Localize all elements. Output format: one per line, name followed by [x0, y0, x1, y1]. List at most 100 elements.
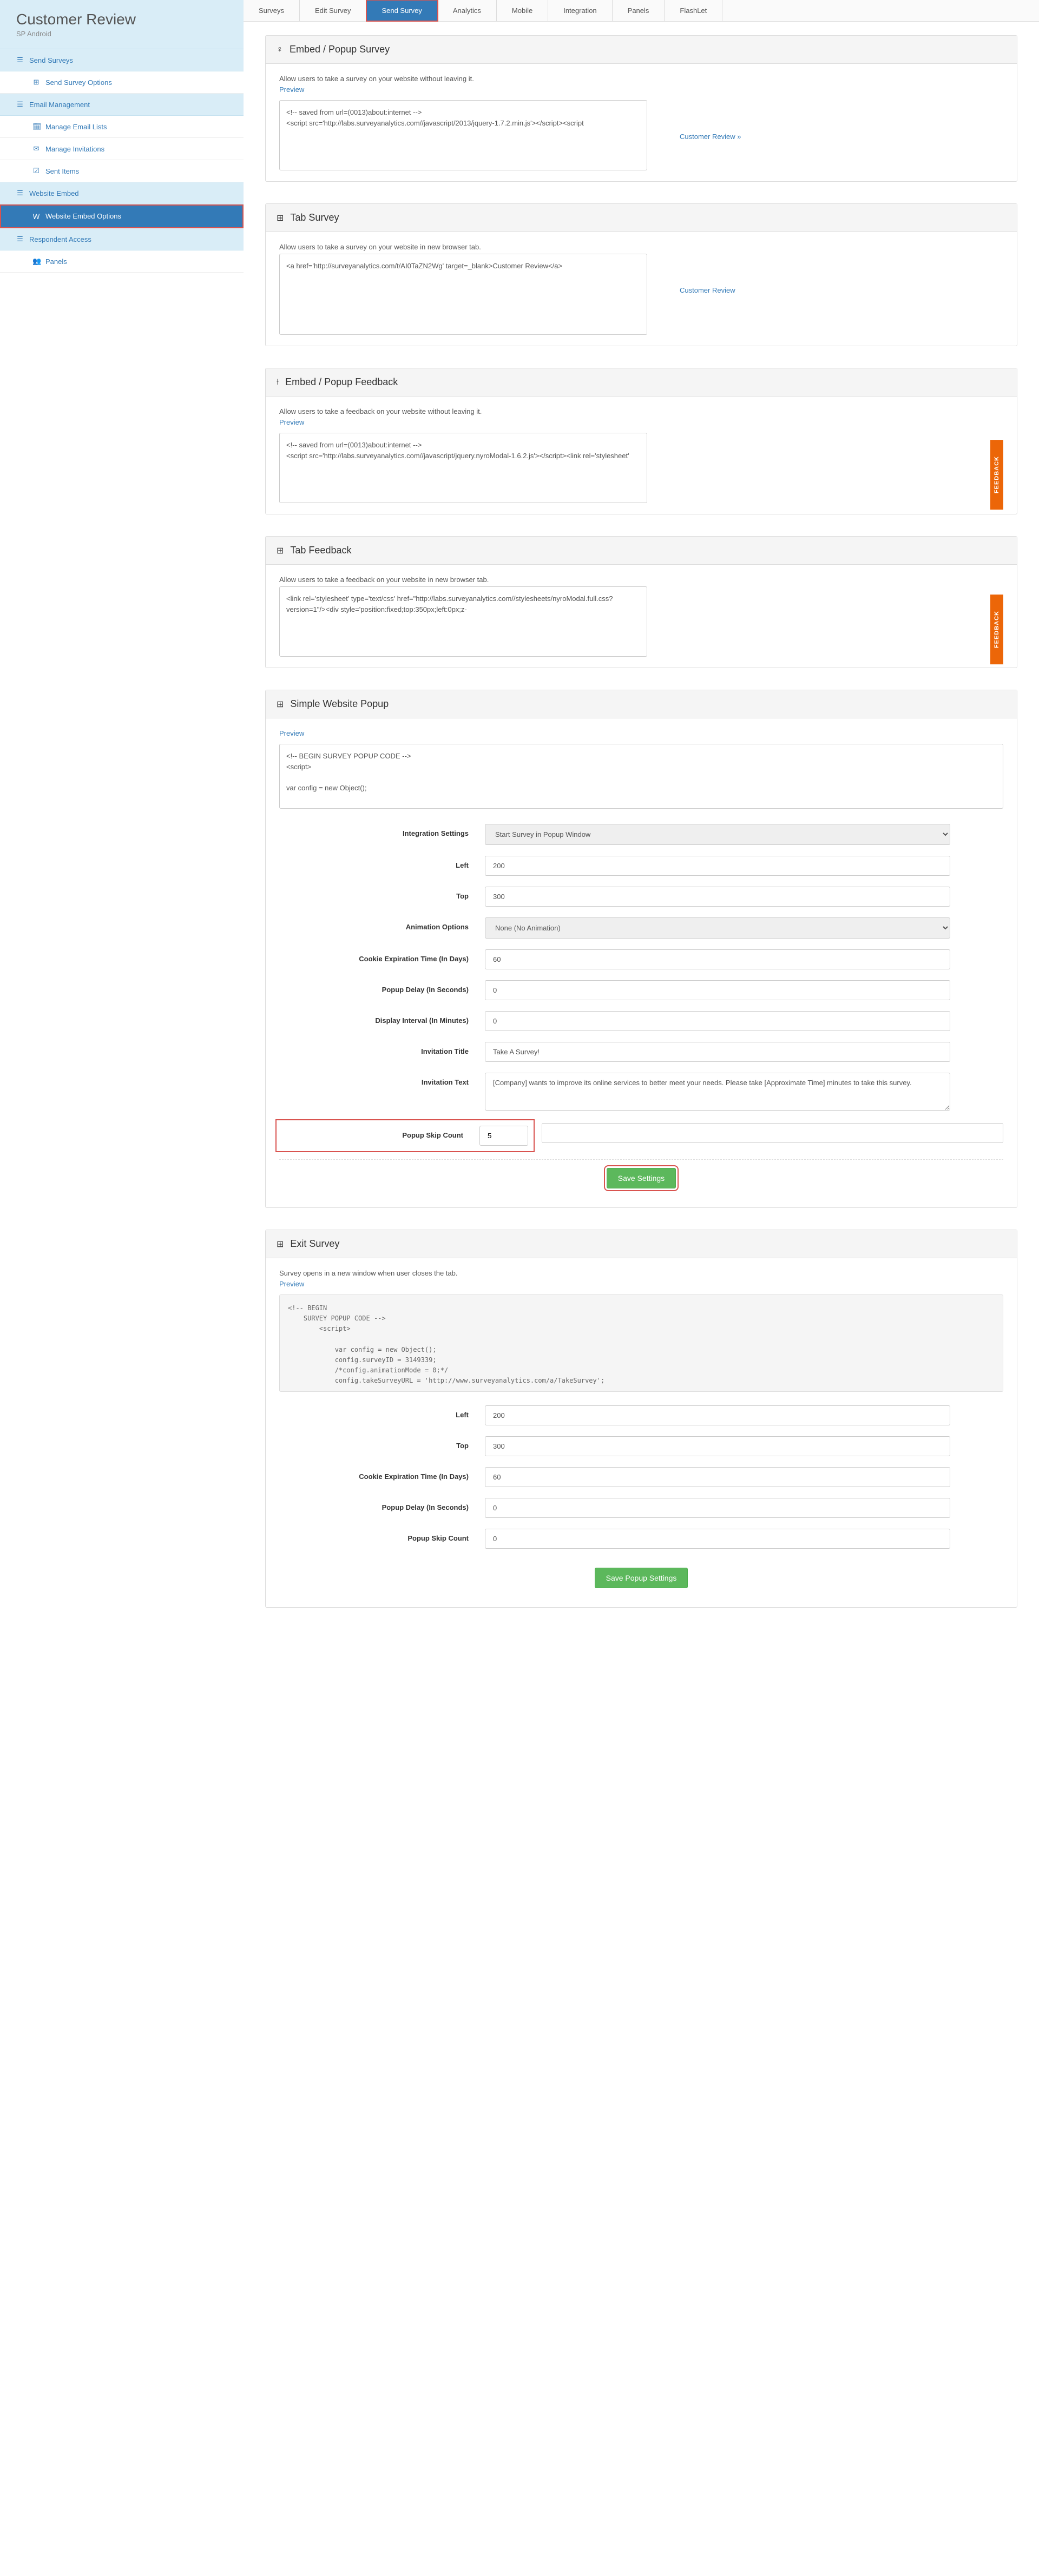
- preview-link[interactable]: Preview: [279, 729, 304, 737]
- tab-send-survey[interactable]: Send Survey: [366, 0, 437, 21]
- top-input[interactable]: [485, 887, 950, 907]
- panel-simple-website-popup: ⊞ Simple Website Popup Preview <!-- BEGI…: [265, 690, 1017, 1208]
- panel-title: Exit Survey: [290, 1238, 339, 1250]
- integration-settings-select[interactable]: Start Survey in Popup Window: [485, 824, 950, 845]
- check-icon: ☑: [32, 167, 40, 175]
- skip-count-input[interactable]: [479, 1126, 528, 1146]
- calendar-icon: 🗓: [32, 122, 40, 131]
- popup-code-textarea[interactable]: <!-- BEGIN SURVEY POPUP CODE --> <script…: [279, 744, 1003, 809]
- windows-icon: ⊞: [277, 699, 284, 710]
- delay-label: Popup Delay (In Seconds): [279, 980, 485, 994]
- nav-label: Panels: [45, 257, 67, 266]
- tab-flashlet[interactable]: FlashLet: [665, 0, 722, 21]
- list-icon: ☰: [16, 235, 24, 243]
- integration-settings-label: Integration Settings: [279, 824, 485, 837]
- feedback-tab-button[interactable]: FEEDBACK: [990, 440, 1003, 510]
- preview-link[interactable]: Preview: [279, 1280, 304, 1288]
- skip-count-label: Popup Skip Count: [279, 1529, 485, 1542]
- left-label: Left: [279, 1405, 485, 1419]
- delay-label: Popup Delay (In Seconds): [279, 1498, 485, 1511]
- exit-code-block[interactable]: <!-- BEGIN SURVEY POPUP CODE --> <script…: [279, 1294, 1003, 1392]
- sidebar: Customer Review SP Android ☰ Send Survey…: [0, 0, 244, 1643]
- save-popup-settings-button[interactable]: Save Popup Settings: [595, 1568, 688, 1588]
- cookie-label: Cookie Expiration Time (In Days): [279, 1467, 485, 1481]
- windows-icon: ⊞: [277, 213, 284, 223]
- panel-header: ⟊ Embed / Popup Feedback: [266, 368, 1017, 397]
- nav-sent-items[interactable]: ☑ Sent Items: [0, 160, 244, 182]
- panel-header: ♀ Embed / Popup Survey: [266, 36, 1017, 64]
- panel-description: Survey opens in a new window when user c…: [279, 1269, 1003, 1277]
- nav-label: Manage Email Lists: [45, 123, 107, 131]
- embed-code-textarea[interactable]: <!-- saved from url=(0013)about:internet…: [279, 100, 647, 170]
- customer-review-link[interactable]: Customer Review: [680, 254, 735, 294]
- tab-feedback-code-textarea[interactable]: <link rel='stylesheet' type='text/css' h…: [279, 586, 647, 657]
- panel-header: ⊞ Exit Survey: [266, 1230, 1017, 1258]
- left-input[interactable]: [485, 856, 950, 876]
- nav-manage-email-lists[interactable]: 🗓 Manage Email Lists: [0, 116, 244, 138]
- survey-subtitle: SP Android: [16, 30, 227, 38]
- sidebar-header: Customer Review SP Android: [0, 0, 244, 49]
- invitation-text-label: Invitation Text: [279, 1073, 485, 1086]
- tab-analytics[interactable]: Analytics: [438, 0, 497, 21]
- w-icon: Ｗ: [32, 211, 40, 221]
- nav-send-surveys[interactable]: ☰ Send Surveys: [0, 49, 244, 71]
- top-input[interactable]: [485, 1436, 950, 1456]
- panel-title: Embed / Popup Feedback: [285, 377, 398, 388]
- bulb-icon: ♀: [277, 45, 283, 55]
- top-label: Top: [279, 1436, 485, 1450]
- invitation-text-textarea[interactable]: [Company] wants to improve its online se…: [485, 1073, 950, 1111]
- panel-header: ⊞ Simple Website Popup: [266, 690, 1017, 718]
- list-icon: ☰: [16, 189, 24, 197]
- windows-icon: ⊞: [277, 545, 284, 556]
- cookie-label: Cookie Expiration Time (In Days): [279, 949, 485, 963]
- customer-review-link[interactable]: Customer Review »: [680, 100, 741, 141]
- left-input[interactable]: [485, 1405, 950, 1425]
- animation-label: Animation Options: [279, 917, 485, 931]
- panel-embed-popup-feedback: ⟊ Embed / Popup Feedback Allow users to …: [265, 368, 1017, 514]
- top-label: Top: [279, 887, 485, 900]
- feedback-tab-button[interactable]: FEEDBACK: [990, 595, 1003, 664]
- nav-send-survey-options[interactable]: ⊞ Send Survey Options: [0, 71, 244, 94]
- panel-tab-feedback: ⊞ Tab Feedback Allow users to take a fee…: [265, 536, 1017, 668]
- tab-surveys[interactable]: Surveys: [244, 0, 300, 21]
- tab-integration[interactable]: Integration: [548, 0, 612, 21]
- cookie-input[interactable]: [485, 1467, 950, 1487]
- tab-mobile[interactable]: Mobile: [497, 0, 548, 21]
- panel-title: Tab Survey: [290, 212, 339, 223]
- feedback-code-textarea[interactable]: <!-- saved from url=(0013)about:internet…: [279, 433, 647, 503]
- list-icon: ☰: [16, 100, 24, 109]
- tab-panels[interactable]: Panels: [613, 0, 665, 21]
- delay-input[interactable]: [485, 980, 950, 1000]
- nav-manage-invitations[interactable]: ✉ Manage Invitations: [0, 138, 244, 160]
- nav-website-embed-options[interactable]: Ｗ Website Embed Options: [0, 204, 244, 228]
- preview-link[interactable]: Preview: [279, 418, 304, 426]
- panel-header: ⊞ Tab Feedback: [266, 537, 1017, 565]
- invitation-title-input[interactable]: [485, 1042, 950, 1062]
- delay-input[interactable]: [485, 1498, 950, 1518]
- nav-label: Sent Items: [45, 167, 79, 175]
- nav-label: Send Surveys: [29, 56, 73, 64]
- interval-label: Display Interval (In Minutes): [279, 1011, 485, 1025]
- tab-edit-survey[interactable]: Edit Survey: [300, 0, 366, 21]
- panel-exit-survey: ⊞ Exit Survey Survey opens in a new wind…: [265, 1230, 1017, 1608]
- save-settings-button[interactable]: Save Settings: [607, 1168, 676, 1188]
- nav-panels[interactable]: 👥 Panels: [0, 250, 244, 273]
- left-label: Left: [279, 856, 485, 869]
- skip-count-input[interactable]: [485, 1529, 950, 1549]
- animation-select[interactable]: None (No Animation): [485, 917, 950, 939]
- panel-description: Allow users to take a feedback on your w…: [279, 407, 1003, 415]
- cookie-input[interactable]: [485, 949, 950, 969]
- interval-input[interactable]: [485, 1011, 950, 1031]
- nav-email-management[interactable]: ☰ Email Management: [0, 94, 244, 116]
- preview-link[interactable]: Preview: [279, 85, 304, 94]
- skip-count-extra-input[interactable]: [542, 1123, 1003, 1143]
- skip-count-label: Popup Skip Count: [282, 1126, 479, 1139]
- tab-code-textarea[interactable]: <a href='http://surveyanalytics.com/t/AI…: [279, 254, 647, 335]
- panel-description: Allow users to take a feedback on your w…: [279, 576, 1003, 584]
- nav-respondent-access[interactable]: ☰ Respondent Access: [0, 228, 244, 250]
- panel-title: Tab Feedback: [290, 545, 351, 556]
- panel-header: ⊞ Tab Survey: [266, 204, 1017, 232]
- nav-label: Website Embed: [29, 189, 79, 197]
- nav-website-embed[interactable]: ☰ Website Embed: [0, 182, 244, 204]
- envelope-icon: ✉: [32, 144, 40, 153]
